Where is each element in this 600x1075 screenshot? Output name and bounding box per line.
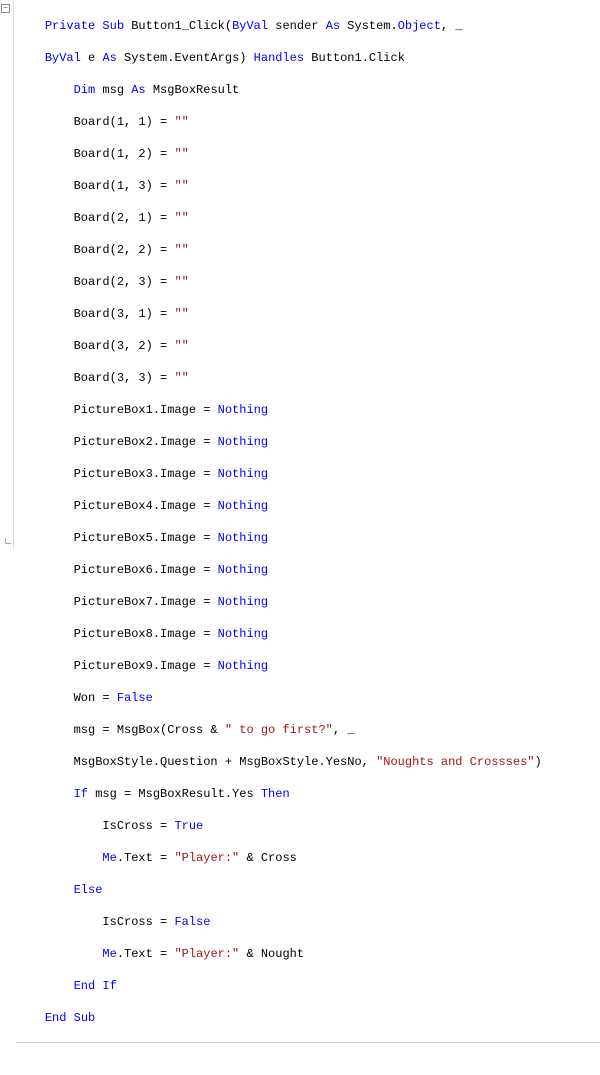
code-line: Won = False (16, 690, 600, 706)
code-line: Board(2, 2) = "" (16, 242, 600, 258)
code-line: Board(1, 3) = "" (16, 178, 600, 194)
code-line: IsCross = True (16, 818, 600, 834)
code-line: PictureBox6.Image = Nothing (16, 562, 600, 578)
code-line: Board(3, 3) = "" (16, 370, 600, 386)
code-line: Board(3, 1) = "" (16, 306, 600, 322)
code-line: PictureBox1.Image = Nothing (16, 402, 600, 418)
code-line: End If (16, 978, 600, 994)
code-line: Board(1, 2) = "" (16, 146, 600, 162)
code-line: Me.Text = "Player:" & Cross (16, 850, 600, 866)
code-line: PictureBox8.Image = Nothing (16, 626, 600, 642)
code-line: MsgBoxStyle.Question + MsgBoxStyle.YesNo… (16, 754, 600, 770)
code-line: msg = MsgBox(Cross & " to go first?", _ (16, 722, 600, 738)
code-line: Board(3, 2) = "" (16, 338, 600, 354)
code-line: Board(2, 3) = "" (16, 274, 600, 290)
code-line: PictureBox5.Image = Nothing (16, 530, 600, 546)
code-line: Me.Text = "Player:" & Nought (16, 946, 600, 962)
fold-end-marker (5, 538, 11, 544)
code-line: Board(1, 1) = "" (16, 114, 600, 130)
code-line: Else (16, 882, 600, 898)
code-line: End Sub (16, 1010, 600, 1026)
code-line: PictureBox4.Image = Nothing (16, 498, 600, 514)
code-line: PictureBox7.Image = Nothing (16, 594, 600, 610)
code-area: Private Sub Button1_Click(ByVal sender A… (14, 0, 600, 550)
code-line: PictureBox9.Image = Nothing (16, 658, 600, 674)
code-line: Dim msg As MsgBoxResult (16, 82, 600, 98)
code-line: Board(2, 1) = "" (16, 210, 600, 226)
code-line: PictureBox3.Image = Nothing (16, 466, 600, 482)
code-line: IsCross = False (16, 914, 600, 930)
section-divider (16, 1042, 600, 1043)
collapse-icon[interactable]: − (1, 4, 10, 13)
code-line: If msg = MsgBoxResult.Yes Then (16, 786, 600, 802)
code-line: ByVal e As System.EventArgs) Handles But… (16, 50, 600, 66)
gutter: − (0, 0, 14, 550)
code-line: Private Sub Button1_Click(ByVal sender A… (16, 18, 600, 34)
code-line: PictureBox2.Image = Nothing (16, 434, 600, 450)
code-editor: − Private Sub Button1_Click(ByVal sender… (0, 0, 600, 550)
